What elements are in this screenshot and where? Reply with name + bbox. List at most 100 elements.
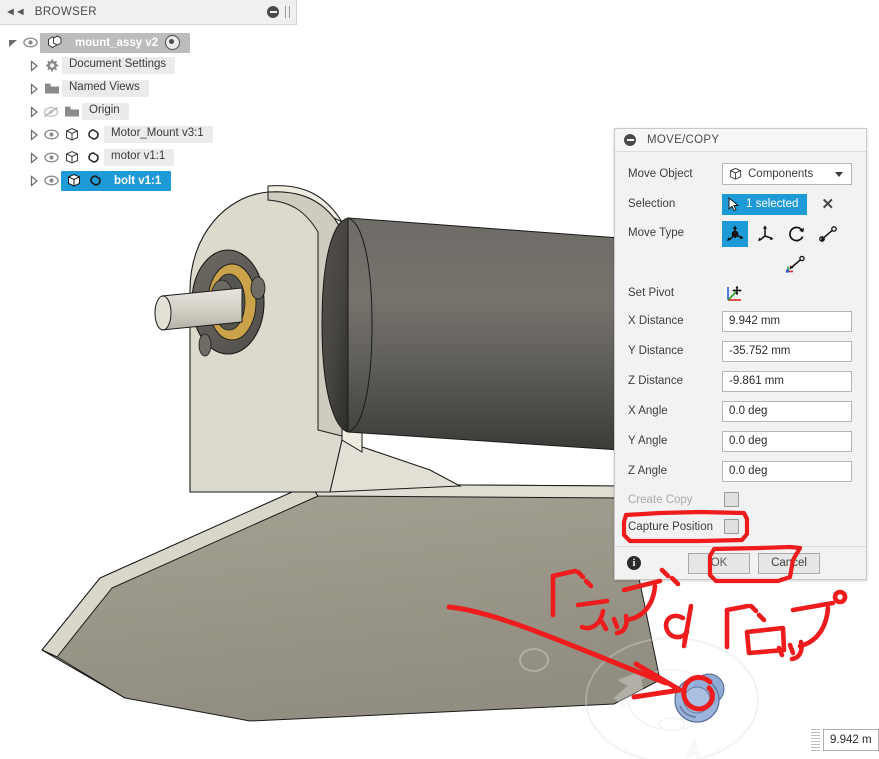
grip-icon[interactable] (285, 6, 290, 18)
tree-item-label: bolt v1:1 (114, 174, 162, 187)
translate-icon[interactable] (753, 221, 779, 247)
z-angle-input[interactable]: 0.0 deg (722, 460, 852, 482)
component-icon (61, 127, 82, 142)
motor-body (321, 217, 621, 451)
set-pivot-icon[interactable] (722, 280, 748, 306)
collapse-left-icon[interactable]: ◄◄ (5, 6, 26, 18)
selection-value: 1 selected (746, 198, 799, 210)
y-angle-input[interactable]: 0.0 deg (722, 430, 852, 452)
tree-row-origin[interactable]: Origin (0, 100, 297, 123)
move-copy-footer: i OK Cancel (615, 546, 866, 579)
tree-row-document-settings[interactable]: Document Settings (0, 54, 297, 77)
bolt-hole-lower (198, 333, 212, 357)
link-icon (82, 150, 104, 165)
visibility-eye-icon[interactable] (20, 37, 40, 48)
move-copy-dialog: MOVE/COPY Move Object Components Selecti… (614, 128, 867, 580)
y-angle-label: Y Angle (628, 435, 668, 447)
tree-row-mount-assy[interactable]: mount_assy v2 (0, 31, 297, 54)
chevron-down-icon[interactable] (835, 171, 843, 177)
free-move-icon[interactable] (722, 221, 748, 247)
ok-button[interactable]: OK (688, 552, 750, 574)
z-distance-input[interactable]: -9.861 mm (722, 370, 852, 392)
row-capture-position: Capture Position (615, 513, 866, 540)
close-x-icon[interactable]: ✕ (821, 197, 834, 212)
expand-arrow-closed-icon[interactable] (27, 174, 41, 188)
expand-arrow-closed-icon[interactable] (27, 59, 41, 73)
point-to-position-icon[interactable] (744, 251, 847, 277)
link-icon (84, 173, 106, 188)
tree-row-named-views[interactable]: Named Views (0, 77, 297, 100)
expand-arrow-closed-icon[interactable] (27, 105, 41, 119)
y-distance-label: Y Distance (628, 345, 684, 357)
tree-row-bolt[interactable]: bolt v1:1 (0, 169, 297, 192)
browser-title: BROWSER (34, 6, 98, 18)
visibility-eye-icon[interactable] (41, 129, 61, 140)
browser-panel: ◄◄ BROWSER mount_assy v2 Document Settin… (0, 0, 297, 192)
move-copy-title-bar[interactable]: MOVE/COPY (615, 129, 866, 152)
row-z-angle: Z Angle 0.0 deg (615, 456, 866, 486)
mount-base-plate (41, 483, 661, 722)
cancel-button[interactable]: Cancel (758, 552, 820, 574)
expand-arrow-closed-icon[interactable] (27, 151, 41, 165)
component-icon (61, 150, 82, 165)
assembly-icon (40, 35, 65, 50)
selection-label: Selection (628, 198, 676, 210)
set-pivot-label: Set Pivot (628, 286, 675, 299)
expand-arrow-closed-icon[interactable] (27, 82, 41, 96)
tree-item-label: Document Settings (62, 57, 176, 74)
tree-item-label: motor v1:1 (104, 149, 175, 166)
x-distance-input[interactable]: 9.942 mm (722, 310, 852, 332)
tree-chip-bolt-selected[interactable]: bolt v1:1 (61, 170, 172, 191)
x-angle-label: X Angle (628, 405, 668, 417)
capture-position-checkbox[interactable] (724, 519, 739, 534)
rotate-icon[interactable] (784, 221, 810, 247)
move-type-options (722, 221, 852, 277)
tree-chip-mount-assy[interactable]: mount_assy v2 (40, 32, 191, 53)
folder-icon (61, 105, 82, 118)
visibility-eye-icon[interactable] (41, 175, 61, 186)
row-move-type: Move Type (615, 219, 866, 279)
viewport-distance-input[interactable]: 9.942 m (823, 729, 879, 751)
capture-position-label: Capture Position (628, 520, 714, 533)
selection-chip[interactable]: 1 selected (722, 193, 808, 215)
info-icon[interactable]: i (627, 556, 641, 570)
x-distance-label: X Distance (628, 315, 684, 327)
z-angle-label: Z Angle (628, 465, 667, 477)
y-distance-input[interactable]: -35.752 mm (722, 340, 852, 362)
tree-row-motor-mount[interactable]: Motor_Mount v3:1 (0, 123, 297, 146)
row-selection: Selection 1 selected ✕ (615, 189, 866, 219)
point-to-point-icon[interactable] (815, 221, 841, 247)
expand-arrow-closed-icon[interactable] (27, 128, 41, 142)
browser-header: ◄◄ BROWSER (0, 0, 297, 25)
create-copy-checkbox[interactable] (724, 492, 739, 507)
move-object-value: Components (748, 168, 814, 180)
x-angle-input[interactable]: 0.0 deg (722, 400, 852, 422)
row-create-copy: Create Copy (615, 486, 866, 513)
visibility-eye-icon[interactable] (41, 152, 61, 163)
row-move-object: Move Object Components (615, 159, 866, 189)
link-icon (82, 127, 104, 142)
gear-icon (41, 58, 62, 73)
visibility-eye-off-icon[interactable] (41, 106, 61, 118)
drag-grip-icon[interactable] (811, 729, 820, 751)
browser-tree: mount_assy v2 Document Settings Named Vi… (0, 25, 297, 192)
tree-item-label: Origin (82, 103, 129, 120)
expand-arrow-open-icon[interactable] (6, 36, 20, 50)
fusion-screenshot: ◄◄ BROWSER mount_assy v2 Document Settin… (0, 0, 879, 759)
tree-row-motor[interactable]: motor v1:1 (0, 146, 297, 169)
row-x-angle: X Angle 0.0 deg (615, 396, 866, 426)
minimize-icon[interactable] (267, 6, 279, 18)
component-icon (63, 173, 84, 188)
bolt-hole-upper (250, 276, 266, 300)
move-type-label: Move Type (628, 227, 685, 239)
move-object-label: Move Object (628, 168, 693, 180)
viewport-value-field: 9.942 m (811, 729, 879, 751)
minimize-icon[interactable] (624, 134, 636, 146)
row-y-distance: Y Distance -35.752 mm (615, 336, 866, 366)
activate-component-radio[interactable] (165, 35, 181, 50)
z-distance-label: Z Distance (628, 375, 683, 387)
row-z-distance: Z Distance -9.861 mm (615, 366, 866, 396)
dragged-component-marker[interactable] (674, 673, 725, 723)
bolt-shaft (154, 287, 243, 331)
move-object-select[interactable]: Components (722, 163, 852, 185)
